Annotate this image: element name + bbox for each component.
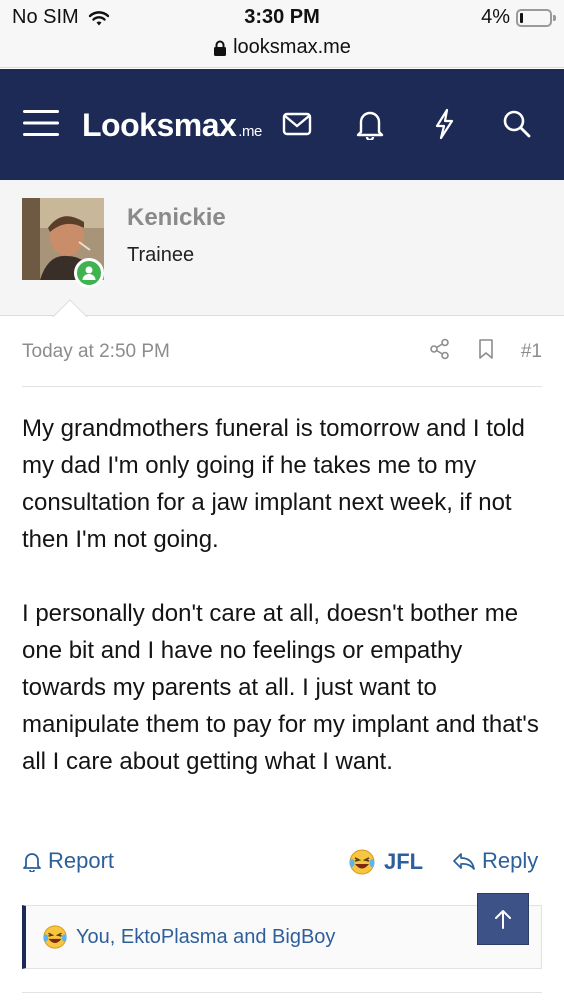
site-header: Looksmax .me	[0, 69, 564, 180]
laughing-emoji-icon	[349, 849, 375, 875]
reply-button[interactable]: Reply	[452, 848, 538, 874]
bell-icon	[23, 853, 41, 872]
author-arrow	[50, 296, 90, 317]
share-icon[interactable]	[429, 338, 451, 366]
clock: 3:30 PM	[244, 6, 320, 28]
status-bar: No SIM 3:30 PM 4% looksmax.me	[0, 0, 564, 68]
lightning-icon[interactable]	[428, 107, 460, 141]
report-button[interactable]: Report	[22, 848, 114, 874]
menu-icon[interactable]	[20, 105, 62, 141]
arrow-up-icon	[495, 910, 511, 929]
author-name[interactable]: Kenickie	[127, 204, 226, 232]
site-logo[interactable]: Looksmax .me	[82, 107, 262, 144]
post-paragraph: My grandmothers funeral is tomorrow and …	[22, 415, 525, 553]
post-body: My grandmothers funeral is tomorrow and …	[22, 410, 547, 817]
logo-text: Looksmax	[82, 107, 237, 143]
battery-icon	[516, 8, 556, 27]
logo-suffix: .me	[238, 123, 262, 140]
battery-percent: 4%	[481, 6, 510, 28]
battery-status: 4%	[481, 6, 556, 29]
report-label: Report	[48, 848, 115, 873]
bell-icon[interactable]	[354, 107, 386, 141]
meta-divider	[22, 386, 542, 387]
author-title: Trainee	[127, 244, 195, 266]
reactions-text: You, EktoPlasma and BigBoy	[76, 925, 336, 948]
reply-label: Reply	[482, 848, 539, 873]
post-number[interactable]: #1	[521, 341, 542, 363]
post-date[interactable]: Today at 2:50 PM	[22, 341, 170, 363]
jfl-label: JFL	[384, 849, 424, 874]
lock-icon	[214, 40, 227, 56]
address-bar[interactable]: looksmax.me	[0, 36, 564, 59]
mail-icon[interactable]	[280, 109, 314, 139]
url-text: looksmax.me	[233, 36, 351, 58]
search-icon[interactable]	[500, 107, 534, 141]
jfl-reaction-button[interactable]: JFL	[348, 848, 423, 876]
online-status-icon	[74, 258, 104, 288]
reply-icon	[453, 853, 475, 870]
scroll-to-top-button[interactable]	[477, 893, 529, 945]
post-paragraph: I personally don't care at all, doesn't …	[22, 600, 539, 775]
post-meta-actions: #1	[429, 338, 542, 366]
reactions-bar[interactable]: You, EktoPlasma and BigBoy	[22, 905, 542, 969]
laughing-emoji-icon	[43, 925, 67, 949]
bookmark-icon[interactable]	[477, 338, 495, 366]
bottom-divider	[22, 992, 542, 993]
